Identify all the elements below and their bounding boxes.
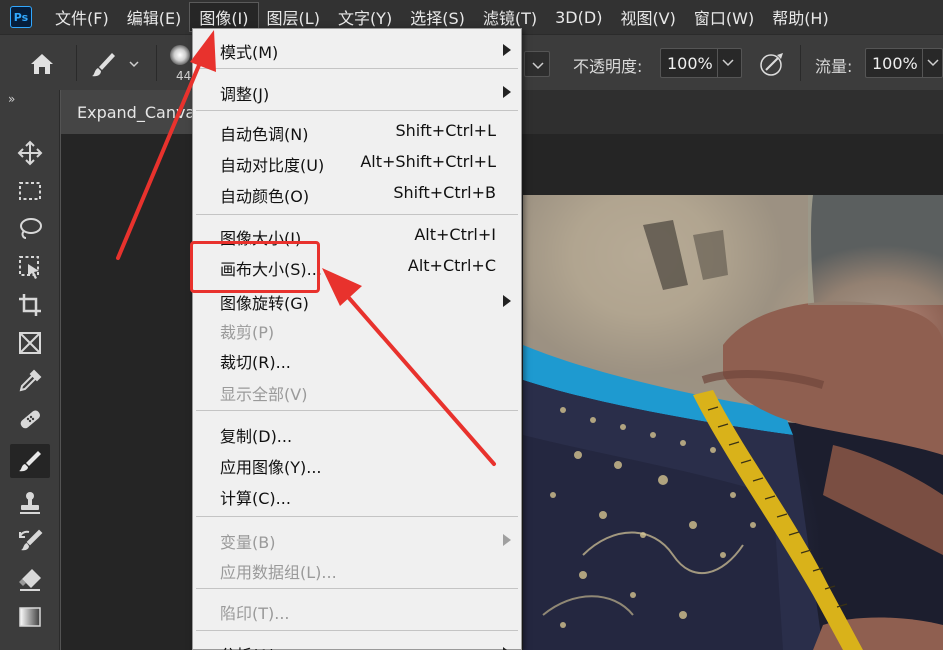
menu-view[interactable]: 视图(V) bbox=[611, 3, 684, 31]
menu-image[interactable]: 图像(I) bbox=[189, 2, 259, 32]
menu-separator bbox=[196, 410, 518, 411]
menu-separator bbox=[196, 214, 518, 215]
menu-item-calculations[interactable]: 计算(C)... bbox=[193, 480, 521, 510]
menu-select[interactable]: 选择(S) bbox=[401, 3, 474, 31]
menu-item-apply-image[interactable]: 应用图像(Y)... bbox=[193, 449, 521, 479]
eraser-icon[interactable] bbox=[10, 562, 50, 596]
options-divider bbox=[156, 45, 157, 81]
stamp-icon[interactable] bbox=[10, 486, 50, 520]
menu-item-auto-contrast[interactable]: 自动对比度(U) Alt+Shift+Ctrl+L bbox=[193, 147, 521, 177]
menu-item-analysis[interactable]: 分析(A) bbox=[193, 637, 521, 650]
flow-field[interactable]: 100% bbox=[865, 48, 943, 78]
menu-separator bbox=[196, 630, 518, 631]
mode-dropdown-arrow[interactable] bbox=[524, 51, 550, 77]
submenu-arrow-icon bbox=[503, 295, 511, 307]
menu-item-auto-color[interactable]: 自动颜色(O) Shift+Ctrl+B bbox=[193, 178, 521, 208]
highlight-box bbox=[190, 241, 320, 293]
shortcut-text: Shift+Ctrl+B bbox=[393, 183, 496, 202]
menu-separator bbox=[196, 68, 518, 69]
menu-separator bbox=[196, 110, 518, 111]
frame-icon[interactable] bbox=[10, 326, 50, 360]
brush-preset-picker[interactable] bbox=[88, 49, 144, 79]
menu-item-mode[interactable]: 模式(M) bbox=[193, 34, 521, 64]
menu-file[interactable]: 文件(F) bbox=[46, 3, 118, 31]
shortcut-text: Alt+Ctrl+I bbox=[414, 225, 496, 244]
flow-label: 流量: bbox=[815, 57, 853, 76]
menu-help[interactable]: 帮助(H) bbox=[763, 3, 838, 31]
menu-item-crop: 裁剪(P) bbox=[220, 323, 275, 342]
menu-filter[interactable]: 滤镜(T) bbox=[474, 3, 546, 31]
menu-edit[interactable]: 编辑(E) bbox=[118, 3, 191, 31]
options-divider bbox=[76, 45, 77, 81]
shortcut-text: Alt+Shift+Ctrl+L bbox=[360, 152, 496, 171]
submenu-arrow-icon bbox=[503, 44, 511, 56]
crop-icon[interactable] bbox=[10, 288, 50, 322]
photoshop-logo[interactable]: Ps bbox=[10, 6, 32, 28]
collapse-panel-icon[interactable]: » bbox=[8, 92, 15, 106]
shortcut-text: Alt+Ctrl+C bbox=[407, 256, 496, 275]
menu-item-variables: 变量(B) bbox=[193, 524, 521, 554]
menu-item-auto-tone[interactable]: 自动色调(N) Shift+Ctrl+L bbox=[193, 116, 521, 146]
move-icon[interactable] bbox=[10, 136, 50, 170]
flow-value[interactable]: 100% bbox=[866, 54, 922, 73]
menu-type[interactable]: 文字(Y) bbox=[329, 3, 401, 31]
menu-item-trap: 陷印(T)... bbox=[220, 604, 290, 623]
lasso-icon[interactable] bbox=[10, 212, 50, 246]
submenu-arrow-icon bbox=[503, 534, 511, 546]
opacity-value[interactable]: 100% bbox=[661, 54, 717, 73]
gradient-icon[interactable] bbox=[10, 600, 50, 634]
tools-panel: » bbox=[0, 90, 60, 650]
menu-window[interactable]: 窗口(W) bbox=[685, 3, 763, 31]
pressure-opacity-icon[interactable] bbox=[756, 49, 788, 79]
menu-item-reveal-all: 显示全部(V) bbox=[220, 385, 308, 404]
opacity-field[interactable]: 100% bbox=[660, 48, 742, 78]
home-icon[interactable] bbox=[22, 49, 62, 79]
menu-item-duplicate[interactable]: 复制(D)... bbox=[193, 418, 521, 448]
menu-layer[interactable]: 图层(L) bbox=[258, 3, 329, 31]
submenu-arrow-icon bbox=[503, 86, 511, 98]
menu-item-apply-data-set: 应用数据组(L)... bbox=[220, 563, 337, 582]
marquee-icon[interactable] bbox=[10, 174, 50, 208]
menu-item-trim[interactable]: 裁切(R)... bbox=[193, 344, 521, 374]
chevron-down-icon[interactable] bbox=[922, 49, 942, 77]
chevron-down-icon[interactable] bbox=[717, 49, 737, 77]
menu-3d[interactable]: 3D(D) bbox=[546, 3, 611, 31]
menu-separator bbox=[196, 588, 518, 589]
brush-icon[interactable] bbox=[10, 444, 50, 478]
canvas-image[interactable] bbox=[523, 195, 943, 650]
menu-separator bbox=[196, 516, 518, 517]
healing-brush-icon[interactable] bbox=[10, 402, 50, 436]
object-selection-icon[interactable] bbox=[10, 250, 50, 284]
menu-item-adjustments[interactable]: 调整(J) bbox=[193, 76, 521, 106]
history-brush-icon[interactable] bbox=[10, 524, 50, 558]
image-menu-dropdown: 模式(M) 调整(J) 自动色调(N) Shift+Ctrl+L 自动对比度(U… bbox=[192, 28, 522, 650]
brush-size-value: 44 bbox=[176, 69, 192, 83]
opacity-label: 不透明度: bbox=[573, 57, 643, 76]
brush-size-preview[interactable] bbox=[170, 45, 190, 65]
document-tab[interactable]: Expand_Canvas bbox=[61, 90, 201, 134]
shortcut-text: Shift+Ctrl+L bbox=[395, 121, 496, 140]
eyedropper-icon[interactable] bbox=[10, 364, 50, 398]
options-divider bbox=[800, 45, 801, 81]
